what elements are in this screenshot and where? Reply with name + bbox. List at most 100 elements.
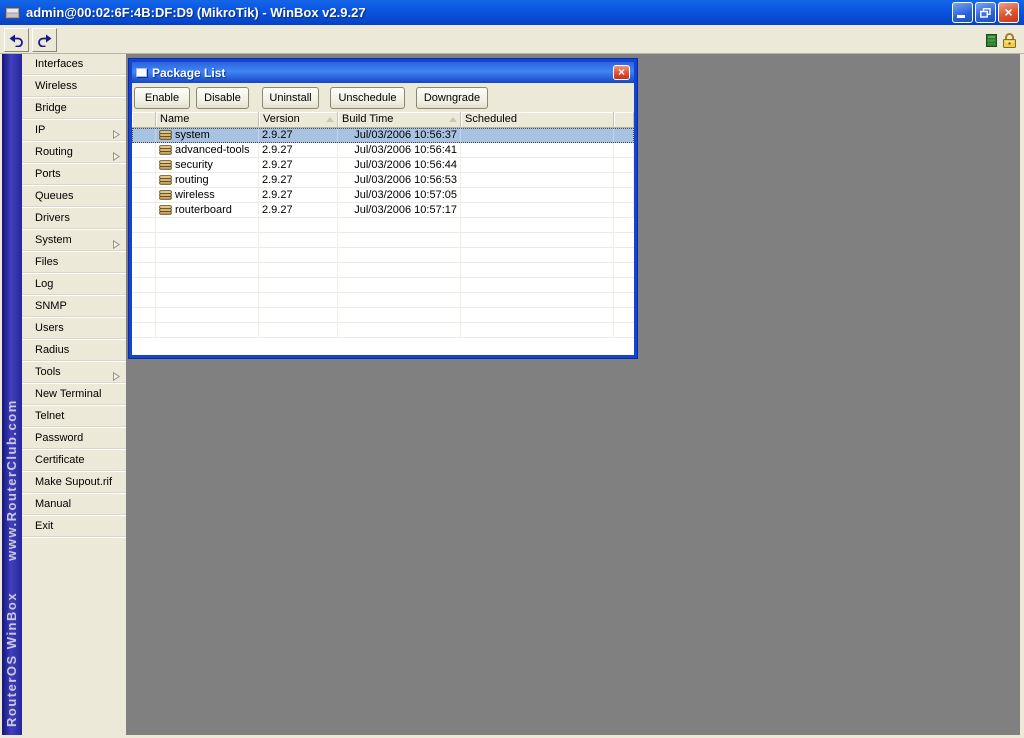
- sidebar-menu: Interfaces Wireless Bridge IP Routing Po…: [22, 54, 126, 735]
- package-name: system: [175, 129, 210, 141]
- sidebar-item-radius[interactable]: Radius: [22, 340, 126, 362]
- column-label: Name: [160, 113, 190, 125]
- unschedule-button[interactable]: Unschedule: [330, 87, 405, 109]
- sidebar-item-label: Files: [35, 256, 59, 268]
- sidebar-item-wireless[interactable]: Wireless: [22, 76, 126, 98]
- sidebar-item-label: Certificate: [35, 454, 85, 466]
- sidebar-item-label: Telnet: [35, 410, 65, 422]
- sidebar-item-drivers[interactable]: Drivers: [22, 208, 126, 230]
- sidebar-item-label: Exit: [35, 520, 54, 532]
- sidebar-item-ip[interactable]: IP: [22, 120, 126, 142]
- sidebar-item-certificate[interactable]: Certificate: [22, 450, 126, 472]
- build-time-cell: Jul/03/2006 10:57:17: [338, 203, 461, 218]
- window-controls: ×: [952, 2, 1019, 23]
- sidebar-item-interfaces[interactable]: Interfaces: [22, 54, 126, 76]
- version-cell: 2.9.27: [259, 173, 338, 188]
- column-header-build_time[interactable]: Build Time: [338, 112, 461, 128]
- name-cell: routerboard: [156, 203, 259, 218]
- package-name: routing: [175, 174, 209, 186]
- redo-arrow-icon: [38, 34, 52, 47]
- package-icon: [159, 160, 172, 170]
- disable-button[interactable]: Disable: [196, 87, 249, 109]
- downgrade-button[interactable]: Downgrade: [416, 87, 488, 109]
- table-row-system[interactable]: system 2.9.27 Jul/03/2006 10:56:37: [132, 128, 634, 143]
- package-icon: [159, 190, 172, 200]
- table-row-security[interactable]: security 2.9.27 Jul/03/2006 10:56:44: [132, 158, 634, 173]
- column-header-rowhead[interactable]: [132, 112, 156, 128]
- minimize-button[interactable]: [952, 2, 973, 23]
- sidebar-item-system[interactable]: System: [22, 230, 126, 252]
- sidebar-item-exit[interactable]: Exit: [22, 516, 126, 538]
- build-time-cell: Jul/03/2006 10:56:53: [338, 173, 461, 188]
- sidebar-item-bridge[interactable]: Bridge: [22, 98, 126, 120]
- app-toolbar: [0, 25, 1024, 54]
- sidebar-item-users[interactable]: Users: [22, 318, 126, 340]
- package-icon: [159, 145, 172, 155]
- sidebar-item-label: System: [35, 234, 72, 246]
- sidebar-item-ports[interactable]: Ports: [22, 164, 126, 186]
- winbox-app: admin@00:02:6F:4B:DF:D9 (MikroTik) - Win…: [0, 0, 1024, 738]
- sidebar-item-password[interactable]: Password: [22, 428, 126, 450]
- version-cell: 2.9.27: [259, 128, 338, 143]
- table-row-advanced-tools[interactable]: advanced-tools 2.9.27 Jul/03/2006 10:56:…: [132, 143, 634, 158]
- sidebar-item-queues[interactable]: Queues: [22, 186, 126, 208]
- package-list-close-button[interactable]: ×: [613, 65, 630, 80]
- sidebar-item-tools[interactable]: Tools: [22, 362, 126, 384]
- restore-icon: [980, 7, 991, 18]
- table-empty-area: [132, 218, 634, 338]
- sidebar-item-files[interactable]: Files: [22, 252, 126, 274]
- sidebar-item-label: Bridge: [35, 102, 67, 114]
- package-icon: [159, 205, 172, 215]
- package-icon: [159, 175, 172, 185]
- branding-routerclub-url: www.RouterClub.com: [4, 399, 19, 561]
- sidebar-item-new-terminal[interactable]: New Terminal: [22, 384, 126, 406]
- sidebar-item-label: Password: [35, 432, 84, 444]
- table-row-wireless[interactable]: wireless 2.9.27 Jul/03/2006 10:57:05: [132, 188, 634, 203]
- redo-button[interactable]: [32, 28, 57, 52]
- table-row-routing[interactable]: routing 2.9.27 Jul/03/2006 10:56:53: [132, 173, 634, 188]
- version-cell: 2.9.27: [259, 188, 338, 203]
- sidebar-item-log[interactable]: Log: [22, 274, 126, 296]
- enable-button[interactable]: Enable: [134, 87, 190, 109]
- pad-cell: [614, 173, 634, 188]
- package-list-titlebar[interactable]: Package List ×: [132, 62, 634, 83]
- sidebar-item-manual[interactable]: Manual: [22, 494, 126, 516]
- build-time-cell: Jul/03/2006 10:56:37: [338, 128, 461, 143]
- scheduled-cell: [461, 158, 614, 173]
- branding-band-text: RouterOS WinBox www.RouterClub.com: [2, 54, 22, 735]
- package-list-window: Package List × Enable Disable Uninstall Uns…: [129, 59, 637, 358]
- close-button[interactable]: ×: [998, 2, 1019, 23]
- sidebar-item-label: Make Supout.rif: [35, 476, 113, 488]
- uninstall-button[interactable]: Uninstall: [262, 87, 319, 109]
- sidebar-item-label: SNMP: [35, 300, 67, 312]
- column-header-version[interactable]: Version: [259, 112, 338, 128]
- undo-button[interactable]: [4, 28, 29, 52]
- column-header-pad[interactable]: [614, 112, 634, 128]
- name-cell: routing: [156, 173, 259, 188]
- table-body: system 2.9.27 Jul/03/2006 10:56:37 advan…: [132, 128, 634, 218]
- sidebar-item-label: IP: [35, 124, 46, 136]
- restore-button[interactable]: [975, 2, 996, 23]
- sidebar-item-label: Tools: [35, 366, 61, 378]
- package-table: Name Version Build Time Scheduled system 2.…: [132, 112, 634, 355]
- sidebar-item-routing[interactable]: Routing: [22, 142, 126, 164]
- status-area: [986, 28, 1018, 52]
- sidebar-item-label: Manual: [35, 498, 72, 510]
- column-header-scheduled[interactable]: Scheduled: [461, 112, 614, 128]
- sidebar-item-snmp[interactable]: SNMP: [22, 296, 126, 318]
- build-time-cell: Jul/03/2006 10:57:05: [338, 188, 461, 203]
- sidebar-item-make-supout-rif[interactable]: Make Supout.rif: [22, 472, 126, 494]
- scheduled-cell: [461, 143, 614, 158]
- version-cell: 2.9.27: [259, 143, 338, 158]
- column-label: Scheduled: [465, 113, 517, 125]
- build-time-cell: Jul/03/2006 10:56:44: [338, 158, 461, 173]
- sort-arrow-icon: [449, 117, 457, 122]
- table-row-routerboard[interactable]: routerboard 2.9.27 Jul/03/2006 10:57:17: [132, 203, 634, 218]
- version-cell: 2.9.27: [259, 203, 338, 218]
- row-head-cell: [132, 188, 156, 203]
- sidebar-item-label: Log: [35, 278, 54, 290]
- sidebar-item-telnet[interactable]: Telnet: [22, 406, 126, 428]
- column-header-name[interactable]: Name: [156, 112, 259, 128]
- column-label: Build Time: [342, 113, 394, 125]
- desktop-area: Package List × Enable Disable Uninstall Uns…: [126, 54, 1020, 735]
